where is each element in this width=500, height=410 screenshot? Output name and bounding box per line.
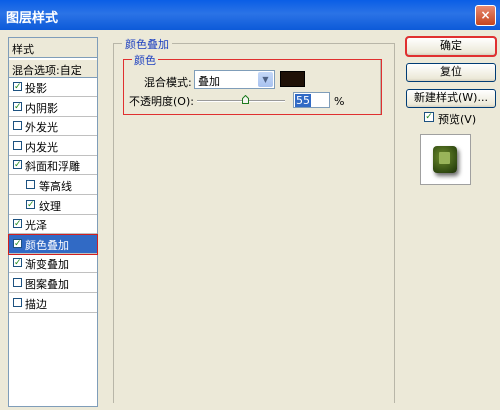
style-item-4[interactable]: ✓ 斜面和浮雕 xyxy=(9,156,97,176)
new-style-button[interactable]: 新建样式(W)... xyxy=(406,89,496,108)
checkbox-checked-icon[interactable]: ✓ xyxy=(13,160,22,170)
style-item-11[interactable]: 描边 xyxy=(9,294,97,313)
style-list: 样式 混合选项:自定 ✓ 投影 ✓ 内阴影 外发光 内发光 ✓ 斜面和浮雕 等高线 ✓ 纹理 ✓ 光泽 ✓… xyxy=(8,37,98,407)
style-item-label: 渐变叠加 xyxy=(25,258,69,272)
checkbox-checked-icon[interactable]: ✓ xyxy=(13,258,22,268)
style-item-label: 纹理 xyxy=(39,199,61,213)
style-item-10[interactable]: 图案叠加 xyxy=(9,274,97,293)
style-item-label: 等高线 xyxy=(39,180,72,193)
blend-options-item[interactable]: 混合选项:自定 xyxy=(9,60,97,78)
style-preview xyxy=(420,134,471,185)
opacity-unit: % xyxy=(334,95,345,108)
style-item-7[interactable]: ✓ 光泽 xyxy=(9,215,97,235)
style-item-label: 内发光 xyxy=(25,140,58,154)
color-overlay-title: 颜色叠加 xyxy=(122,36,172,52)
checkbox-checked-icon[interactable]: ✓ xyxy=(26,199,35,209)
opacity-label: 不透明度(O): xyxy=(129,95,194,108)
layer-style-dialog: 图层样式 × 样式 混合选项:自定 ✓ 投影 ✓ 内阴影 外发光 内发光 ✓ 斜面和浮雕 等高线… xyxy=(0,0,500,410)
reset-button[interactable]: 复位 xyxy=(406,63,496,82)
checkbox-checked-icon[interactable]: ✓ xyxy=(13,82,22,92)
style-item-label: 描边 xyxy=(25,297,47,311)
close-button[interactable]: × xyxy=(475,5,496,26)
style-item-6[interactable]: ✓ 纹理 xyxy=(9,196,97,215)
style-item-3[interactable]: 内发光 xyxy=(9,137,97,156)
checkbox-icon[interactable] xyxy=(13,121,22,131)
style-item-0[interactable]: ✓ 投影 xyxy=(9,78,97,97)
overlay-color-swatch[interactable] xyxy=(280,71,305,87)
opacity-input[interactable]: 55 xyxy=(293,92,330,108)
blend-mode-label: 混合模式: xyxy=(144,76,192,89)
blend-mode-value: 叠加 xyxy=(198,75,220,88)
checkbox-icon[interactable] xyxy=(13,297,22,307)
style-item-label: 外发光 xyxy=(25,121,58,135)
checkbox-checked-icon[interactable]: ✓ xyxy=(13,219,22,229)
style-item-label: 斜面和浮雕 xyxy=(25,160,80,174)
checkbox-icon[interactable] xyxy=(13,140,22,150)
chevron-down-icon[interactable]: ▼ xyxy=(258,72,273,87)
blend-mode-select[interactable]: 叠加 ▼ xyxy=(194,70,275,89)
style-item-5[interactable]: 等高线 xyxy=(9,176,97,195)
opacity-slider-track[interactable] xyxy=(197,100,285,102)
preview-glyph xyxy=(439,152,450,164)
style-item-9[interactable]: ✓ 渐变叠加 xyxy=(9,254,97,274)
opacity-value: 55 xyxy=(295,94,311,107)
style-item-label: 内阴影 xyxy=(25,101,58,115)
style-item-label: 投影 xyxy=(25,82,47,95)
preview-checkbox[interactable]: ✓ xyxy=(424,112,434,122)
checkbox-checked-icon[interactable]: ✓ xyxy=(13,101,22,111)
style-item-8[interactable]: ✓ 颜色叠加 xyxy=(8,233,98,255)
color-group-title: 颜色 xyxy=(132,52,158,68)
opacity-slider-thumb[interactable] xyxy=(242,95,250,104)
preview-label: 预览(V) xyxy=(438,113,477,126)
title-bar[interactable]: 图层样式 × xyxy=(0,0,500,30)
close-icon: × xyxy=(480,8,491,22)
checkbox-icon[interactable] xyxy=(26,180,35,189)
checkbox-icon[interactable] xyxy=(13,278,22,287)
style-item-1[interactable]: ✓ 内阴影 xyxy=(9,98,97,117)
style-item-label: 颜色叠加 xyxy=(25,238,69,252)
window-title: 图层样式 xyxy=(6,11,59,26)
style-list-header[interactable]: 样式 xyxy=(9,38,97,58)
style-item-2[interactable]: 外发光 xyxy=(9,117,97,137)
checkbox-checked-icon[interactable]: ✓ xyxy=(13,238,22,248)
style-item-label: 图案叠加 xyxy=(25,278,69,291)
style-item-label: 光泽 xyxy=(25,219,47,233)
preview-tile-icon xyxy=(433,146,457,173)
ok-button[interactable]: 确定 xyxy=(405,36,497,57)
